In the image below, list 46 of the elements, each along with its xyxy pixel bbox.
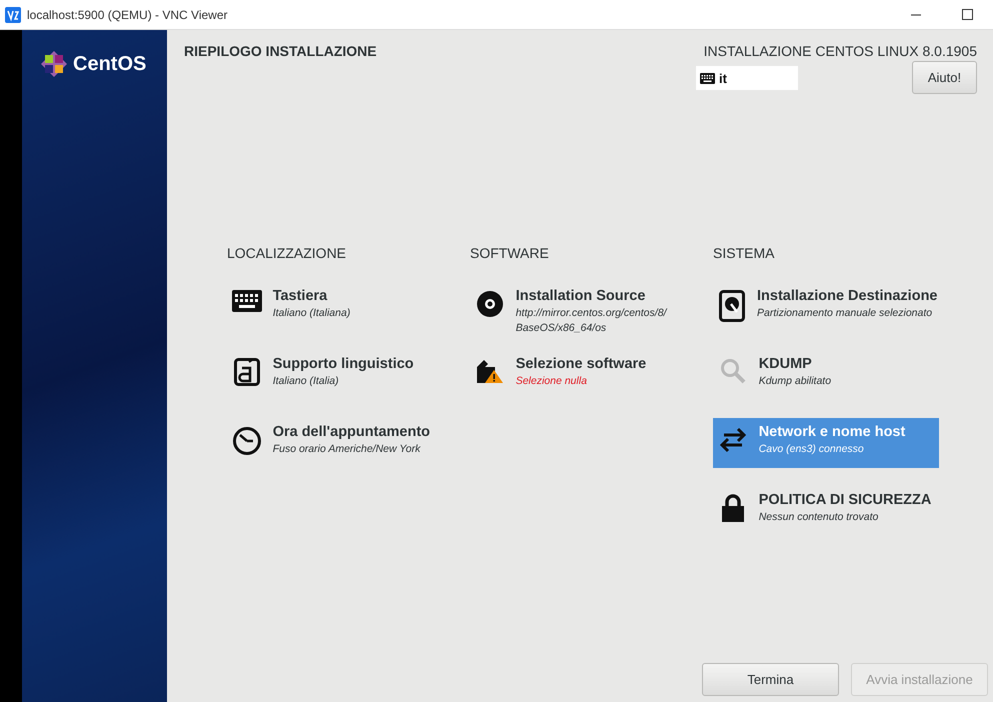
keyboard-layout-indicator[interactable]: it <box>696 66 798 90</box>
spoke-item[interactable]: Supporto linguistico Italiano (Italia) <box>227 350 453 400</box>
logo-icon <box>40 50 68 78</box>
spoke-status: Partizionamento manuale selezionato <box>757 306 934 321</box>
spoke-title: Network e nome host <box>758 424 906 440</box>
disc-icon <box>476 290 504 318</box>
spoke-status: Nessun contenuto trovato <box>758 510 880 525</box>
footer-button[interactable]: Termina <box>702 663 839 696</box>
clock-icon <box>232 426 262 456</box>
keyboard-icon <box>232 290 262 312</box>
spoke-status: Italiano (Italia) <box>272 374 340 389</box>
search-icon <box>720 358 746 384</box>
spoke-item[interactable]: KDUMP Kdump abilitato <box>713 350 939 400</box>
help-button[interactable]: Aiuto! <box>912 61 977 94</box>
maximize-icon[interactable] <box>962 8 973 20</box>
logo-text: CentOS <box>73 52 146 76</box>
spoke-status: Kdump abilitato <box>758 374 832 389</box>
spoke-title: Installazione Destinazione <box>757 288 935 304</box>
accented-letter-icon <box>234 358 260 386</box>
spoke-title: Ora dell'appuntamento <box>272 424 432 440</box>
spoke-item[interactable]: Ora dell'appuntamento Fuso orario Americhe/New York <box>227 418 453 468</box>
page-title: RIEPILOGO INSTALLAZIONE <box>184 43 377 61</box>
spoke-item[interactable]: Selezione software Selezione nulla <box>470 350 696 400</box>
app-icon <box>5 6 21 22</box>
spoke-title: Installation Source <box>516 288 646 304</box>
category-heading: LOCALIZZAZIONE <box>227 245 348 261</box>
spoke-title: POLITICA DI SICUREZZA <box>758 492 932 508</box>
spoke-status: Italiano (Italiana) <box>272 306 352 321</box>
spoke-item[interactable]: Installazione Destinazione Partizionamento manuale selezionato <box>713 282 939 332</box>
spoke-title: Tastiera <box>272 288 328 304</box>
product-title: INSTALLAZIONE CENTOS LINUX 8.0.1905 <box>704 43 977 59</box>
spoke-status: Fuso orario Americhe/New York <box>272 442 422 457</box>
spoke-title: Supporto linguistico <box>272 356 415 372</box>
arrows-icon <box>718 426 748 454</box>
spoke-item[interactable]: Tastiera Italiano (Italiana) <box>227 282 453 332</box>
spoke-status: Selezione nulla <box>516 374 588 389</box>
spoke-item[interactable]: POLITICA DI SICUREZZA Nessun contenuto trovato <box>713 486 939 536</box>
window-title: localhost:5900 (QEMU) - VNC Viewer <box>27 8 228 22</box>
lock-icon <box>720 494 745 522</box>
keyboard-icon <box>700 72 715 84</box>
spoke-title: Selezione software <box>516 356 648 372</box>
spoke-title: KDUMP <box>758 356 813 372</box>
category-heading: SOFTWARE <box>470 245 550 261</box>
category-heading: SISTEMA <box>713 245 776 261</box>
spoke-status: Cavo (ens3) connesso <box>758 442 865 457</box>
package-warning-icon <box>476 358 504 384</box>
